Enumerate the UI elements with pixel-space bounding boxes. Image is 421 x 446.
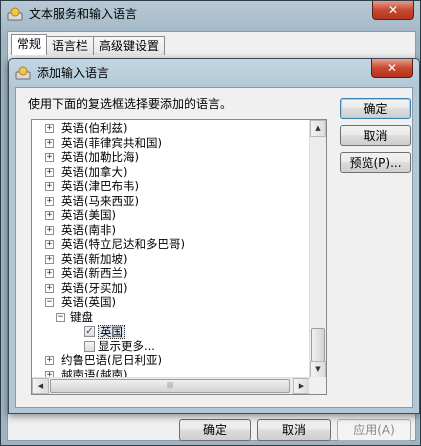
- tab-general[interactable]: 常规: [11, 34, 48, 55]
- checkbox[interactable]: ✓: [84, 326, 95, 337]
- tree-item-label: 显示更多...: [98, 338, 155, 353]
- tree-item-label: 英语(牙买加): [61, 280, 128, 295]
- window-ok-button[interactable]: 确定: [179, 419, 251, 441]
- scroll-down-icon[interactable]: ▼: [310, 361, 326, 378]
- tree-item-layout[interactable]: ✓ 英国: [32, 324, 310, 339]
- tree-item-label: 英国: [98, 325, 125, 339]
- tab-strip: 常规 语言栏 高级键设置: [11, 34, 166, 55]
- tree-item-label: 英语(新西兰): [61, 266, 128, 280]
- tree-item-language[interactable]: + 英语(牙买加): [32, 281, 310, 296]
- horizontal-scrollbar[interactable]: ◀ ||| ▶: [32, 377, 310, 394]
- dialog-title: 添加输入语言: [37, 66, 110, 80]
- tree-item-label: 英语(加拿大): [61, 164, 128, 179]
- dialog-ok-button[interactable]: 确定: [340, 98, 411, 119]
- expand-icon[interactable]: +: [45, 269, 54, 278]
- instruction-text: 使用下面的复选框选择要添加的语言。: [28, 97, 233, 111]
- expand-icon[interactable]: +: [45, 124, 54, 133]
- tree-item-label: 英语(特立尼达和多巴哥): [61, 237, 185, 251]
- tree-item-label: 英语(菲律宾共和国): [61, 135, 162, 150]
- keyboard-globe-icon: [15, 66, 31, 79]
- expand-icon[interactable]: −: [56, 312, 65, 322]
- tree-item-language[interactable]: + 英语(加拿大): [32, 165, 310, 180]
- tree-item-language[interactable]: + 英语(美国): [32, 208, 310, 223]
- expand-icon[interactable]: +: [45, 138, 54, 148]
- tree-item-label: 约鲁巴语(尼日利亚): [61, 353, 162, 367]
- tree-item-language[interactable]: + 英语(津巴布韦): [32, 179, 310, 194]
- keyboard-globe-icon: [7, 7, 23, 20]
- tree-item-language[interactable]: + 英语(伯利兹): [32, 121, 310, 136]
- tree-item-language[interactable]: − 英语(英国): [32, 295, 310, 310]
- dialog-titlebar: 添加输入语言: [15, 64, 109, 81]
- tree-item-label: 英语(南非): [61, 222, 116, 237]
- tree-item-label: 英语(英国): [61, 295, 116, 309]
- vertical-scroll-thumb[interactable]: [311, 328, 325, 362]
- expand-icon[interactable]: +: [45, 225, 54, 235]
- window-title: 文本服务和输入语言: [29, 7, 138, 21]
- tree-item-language[interactable]: + 英语(南非): [32, 223, 310, 238]
- tab-language-bar[interactable]: 语言栏: [46, 36, 95, 55]
- dialog-cancel-button[interactable]: 取消: [340, 125, 411, 146]
- expand-icon[interactable]: +: [45, 240, 54, 249]
- tree-item-label: 英语(新加坡): [61, 251, 128, 266]
- window-cancel-button[interactable]: 取消: [257, 419, 331, 441]
- expand-icon[interactable]: +: [45, 356, 54, 365]
- expand-icon[interactable]: +: [45, 153, 54, 162]
- window-close-button[interactable]: ✕: [372, 1, 414, 20]
- expand-icon[interactable]: +: [45, 167, 54, 177]
- window-titlebar: 文本服务和输入语言: [7, 5, 137, 22]
- tree-item-keyboard[interactable]: − 键盘: [32, 310, 310, 325]
- scrollbar-corner: [309, 377, 326, 394]
- tree-item-language[interactable]: + 英语(马来西亚): [32, 194, 310, 209]
- expand-icon[interactable]: +: [45, 211, 54, 220]
- add-input-language-dialog: 添加输入语言 ✕ 使用下面的复选框选择要添加的语言。 + 英语(伯利兹) + 英语(菲…: [8, 58, 420, 414]
- expand-icon[interactable]: +: [45, 283, 54, 293]
- window-button-row: 确定 取消 应用(A): [179, 419, 411, 441]
- tree-item-label: 英语(加勒比海): [61, 150, 139, 164]
- dialog-close-button[interactable]: ✕: [371, 59, 413, 78]
- tree-item-language[interactable]: + 英语(新西兰): [32, 266, 310, 281]
- tree-item-language[interactable]: + 英语(新加坡): [32, 252, 310, 267]
- horizontal-scroll-thumb[interactable]: |||: [50, 379, 290, 393]
- tree-item-language[interactable]: + 英语(特立尼达和多巴哥): [32, 237, 310, 252]
- close-icon: ✕: [386, 61, 398, 75]
- vertical-scrollbar[interactable]: ▲ ▼: [309, 120, 326, 378]
- window-apply-button[interactable]: 应用(A): [337, 419, 411, 441]
- tree-item-label: 英语(美国): [61, 208, 116, 222]
- tree-item-label: 英语(津巴布韦): [61, 179, 139, 193]
- language-tree[interactable]: + 英语(伯利兹) + 英语(菲律宾共和国) + 英语(加勒比海) + 英语(加拿大) + 英语(…: [31, 119, 327, 395]
- scroll-right-icon[interactable]: ▶: [293, 378, 310, 394]
- tree-rows: + 英语(伯利兹) + 英语(菲律宾共和国) + 英语(加勒比海) + 英语(加拿大) + 英语(…: [32, 121, 310, 394]
- tree-item-label: 键盘: [70, 309, 93, 324]
- expand-icon[interactable]: +: [45, 182, 54, 191]
- tree-item-language[interactable]: + 约鲁巴语(尼日利亚): [32, 353, 310, 368]
- tree-item-language[interactable]: + 英语(加勒比海): [32, 150, 310, 165]
- expand-icon[interactable]: −: [45, 298, 54, 307]
- expand-icon[interactable]: +: [45, 196, 54, 206]
- tree-item-label: 英语(马来西亚): [61, 193, 139, 208]
- tab-advanced-key-settings[interactable]: 高级键设置: [93, 36, 166, 55]
- close-icon: ✕: [387, 3, 399, 17]
- tree-item-label: 英语(伯利兹): [61, 121, 128, 135]
- tree-item-language[interactable]: + 英语(菲律宾共和国): [32, 136, 310, 151]
- scroll-up-icon[interactable]: ▲: [310, 120, 326, 137]
- checkbox[interactable]: [84, 340, 95, 352]
- tree-item-layout[interactable]: 显示更多...: [32, 339, 310, 354]
- scroll-left-icon[interactable]: ◀: [32, 378, 49, 394]
- expand-icon[interactable]: +: [45, 254, 54, 264]
- dialog-preview-button[interactable]: 预览(P)...: [340, 152, 411, 173]
